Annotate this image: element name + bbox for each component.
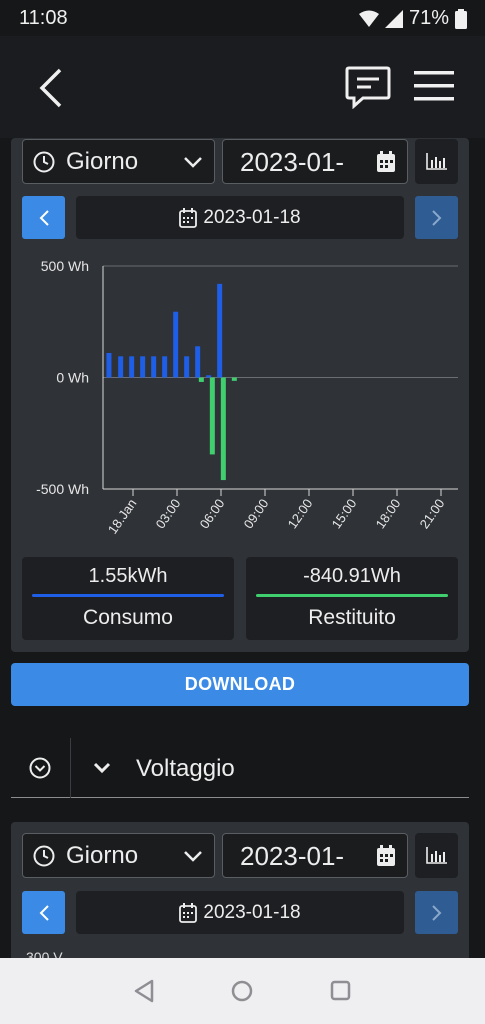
- calendar-icon: [179, 207, 198, 228]
- next-day-button[interactable]: [415, 196, 458, 239]
- voltage-date-input-value: 2023-01-: [240, 841, 345, 871]
- chevron-left-icon: [39, 209, 49, 226]
- app-bar: [0, 36, 485, 138]
- chevron-down-icon: [184, 851, 202, 862]
- energy-chart: 500 Wh 0 Wh -500 Wh 18.Jan 03:00 06:00 09:00 12…: [36, 258, 458, 537]
- status-time: 11:08: [19, 7, 68, 29]
- status-icons: 71%: [358, 7, 467, 30]
- voltage-period-select[interactable]: Giorno: [22, 833, 215, 878]
- clock-icon: [33, 845, 55, 867]
- back-triangle-icon[interactable]: [133, 979, 155, 1003]
- consumption-label: Consumo: [83, 606, 173, 629]
- bar: [209, 377, 215, 455]
- section-divider: [70, 738, 71, 798]
- battery-icon: [455, 8, 467, 29]
- battery-percent: 71%: [408, 7, 449, 29]
- voltage-section-title: Voltaggio: [136, 755, 235, 782]
- bar: [106, 352, 112, 378]
- signal-icon: [384, 9, 403, 28]
- bar: [198, 377, 204, 382]
- period-select[interactable]: Giorno: [22, 139, 215, 184]
- voltage-chart-type-button[interactable]: [415, 833, 458, 878]
- x-tick-label: 21:00: [417, 496, 448, 531]
- calendar-icon: [179, 902, 198, 923]
- bar: [206, 375, 212, 378]
- chevron-right-icon: [431, 209, 441, 226]
- consumption-color-line: [32, 594, 224, 597]
- date-input-value: 2023-01-: [240, 147, 345, 177]
- returned-color-line: [256, 594, 448, 597]
- voltage-date-input[interactable]: 2023-01-: [222, 833, 408, 878]
- returned-value: -840.91Wh: [303, 565, 401, 587]
- x-tick-label: 06:00: [197, 496, 228, 531]
- voltage-date-display-label: 2023-01-18: [203, 901, 301, 923]
- x-tick-label: 18:00: [373, 496, 404, 531]
- voltage-section-header[interactable]: Voltaggio: [11, 738, 469, 798]
- returned-total: -840.91Wh Restituito: [246, 557, 458, 640]
- recents-square-icon[interactable]: [330, 980, 351, 1001]
- consumption-total: 1.55kWh Consumo: [22, 557, 234, 640]
- chart-type-button[interactable]: [415, 139, 458, 184]
- voltage-date-display[interactable]: 2023-01-18: [76, 891, 404, 934]
- bar: [151, 356, 157, 378]
- download-button[interactable]: DOWNLOAD: [11, 663, 469, 706]
- system-navigation-bar: [0, 958, 485, 1024]
- x-tick-label: 03:00: [153, 496, 184, 531]
- bar: [195, 346, 201, 378]
- circle-chevron-down-icon[interactable]: [29, 757, 51, 779]
- calendar-icon: [377, 845, 395, 866]
- date-display[interactable]: 2023-01-18: [76, 196, 404, 239]
- y-tick-label: 500 Wh: [41, 258, 89, 274]
- bar: [118, 356, 124, 378]
- bar: [129, 356, 135, 378]
- wifi-icon: [358, 10, 379, 27]
- x-tick-label: 12:00: [285, 496, 316, 531]
- clock-icon: [33, 151, 55, 173]
- bar: [173, 311, 179, 378]
- date-display-label: 2023-01-18: [203, 206, 301, 228]
- period-select-value: Giorno: [66, 148, 139, 175]
- bar: [162, 356, 168, 378]
- feedback-icon[interactable]: [345, 65, 391, 109]
- calendar-icon: [377, 151, 395, 172]
- chevron-down-icon: [184, 157, 202, 168]
- y-tick-label: 0 Wh: [56, 370, 89, 386]
- bar-chart-icon: [426, 153, 447, 170]
- bar-chart-icon: [426, 847, 447, 864]
- chevron-right-icon: [431, 904, 441, 921]
- chevron-left-icon: [39, 904, 49, 921]
- status-bar: 11:08 71%: [0, 0, 485, 36]
- chevron-down-icon: [93, 762, 111, 774]
- bar: [220, 377, 226, 481]
- home-circle-icon[interactable]: [231, 980, 253, 1002]
- voltage-previous-day-button[interactable]: [22, 891, 65, 934]
- y-tick-label: -500 Wh: [36, 481, 89, 497]
- consumption-value: 1.55kWh: [88, 565, 168, 587]
- x-tick-label: 18.Jan: [105, 496, 140, 537]
- returned-label: Restituito: [308, 606, 396, 629]
- bar: [231, 377, 237, 381]
- bar: [217, 283, 223, 378]
- back-arrow-icon[interactable]: [38, 68, 64, 108]
- x-tick-label: 09:00: [241, 496, 272, 531]
- voltage-next-day-button[interactable]: [415, 891, 458, 934]
- x-tick-label: 15:00: [329, 496, 360, 531]
- menu-icon[interactable]: [414, 70, 454, 102]
- bar: [184, 356, 190, 378]
- date-input[interactable]: 2023-01-: [222, 139, 408, 184]
- previous-day-button[interactable]: [22, 196, 65, 239]
- voltage-period-value: Giorno: [66, 842, 139, 869]
- bar: [140, 356, 146, 378]
